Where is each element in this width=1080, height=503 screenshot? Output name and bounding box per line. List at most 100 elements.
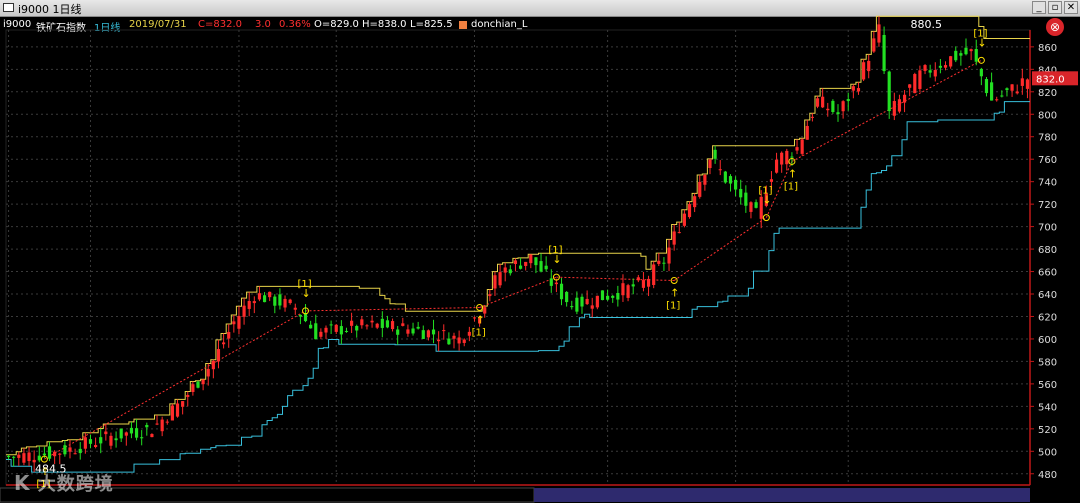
candle-body[interactable] [155,423,159,425]
candle-body[interactable] [964,47,968,55]
candle-body[interactable] [12,456,16,458]
candle-body[interactable] [488,294,492,297]
candle-body[interactable] [677,232,681,234]
candle-body[interactable] [687,204,692,218]
candle-body[interactable] [201,379,205,385]
candle-body[interactable] [375,323,379,328]
candle-body[interactable] [150,434,154,438]
candle-body[interactable] [99,437,103,444]
candle-body[interactable] [790,156,794,158]
candle-body[interactable] [350,320,354,326]
candle-body[interactable] [734,179,738,190]
candle-body[interactable] [22,453,26,463]
candle-body[interactable] [749,202,753,212]
candle-body[interactable] [6,455,11,458]
candle-body[interactable] [58,453,62,455]
candle-body[interactable] [426,330,430,338]
candle-body[interactable] [785,150,789,165]
candle-body[interactable] [314,323,318,340]
candle-body[interactable] [611,295,615,298]
candle-body[interactable] [616,293,620,300]
candle-body[interactable] [1020,78,1024,86]
candle-body[interactable] [339,326,343,335]
candle-body[interactable] [124,432,128,436]
candle-body[interactable] [114,438,118,441]
candle-body[interactable] [821,96,825,108]
candle-body[interactable] [918,70,922,89]
candle-body[interactable] [222,342,226,345]
candle-body[interactable] [949,56,953,67]
candle-body[interactable] [902,94,907,103]
candle-body[interactable] [447,338,451,345]
candle-body[interactable] [657,260,661,264]
candle-body[interactable] [897,99,902,112]
candle-body[interactable] [723,171,727,183]
candle-body[interactable] [442,330,446,332]
candle-body[interactable] [329,324,333,326]
candle-body[interactable] [1000,95,1004,97]
candle-body[interactable] [160,419,164,432]
candle-body[interactable] [544,265,548,270]
candle-body[interactable] [344,330,349,332]
candle-body[interactable] [119,428,123,439]
candle-body[interactable] [774,159,779,173]
candle-body[interactable] [595,295,599,308]
candle-body[interactable] [493,275,497,289]
candle-body[interactable] [319,331,323,337]
candle-body[interactable] [518,265,523,269]
candle-body[interactable] [370,320,374,323]
candle-body[interactable] [744,192,748,206]
candle-body[interactable] [457,337,461,344]
candle-body[interactable] [365,325,369,327]
candle-body[interactable] [795,147,799,151]
candle-body[interactable] [969,49,973,52]
candle-body[interactable] [334,324,338,332]
candle-body[interactable] [211,360,215,370]
candle-body[interactable] [1025,79,1030,89]
candle-body[interactable] [104,431,108,435]
candle-body[interactable] [83,437,87,449]
candle-body[interactable] [498,272,502,286]
candle-body[interactable] [606,295,610,300]
candle-body[interactable] [1010,84,1014,91]
candle-body[interactable] [979,68,983,77]
scrollbar-thumb[interactable] [534,488,1030,502]
candle-body[interactable] [437,339,441,342]
candle-body[interactable] [47,446,52,459]
candle-body[interactable] [652,264,656,285]
candle-body[interactable] [191,384,195,392]
candle-body[interactable] [232,321,236,325]
candle-body[interactable] [53,451,57,457]
candle-body[interactable] [293,307,297,310]
candle-body[interactable] [68,447,72,452]
candle-body[interactable] [856,88,861,92]
candle-body[interactable] [943,65,948,68]
candle-body[interactable] [913,74,917,94]
candle-body[interactable] [196,381,200,388]
candle-body[interactable] [636,277,640,281]
candle-body[interactable] [298,314,302,317]
candle-body[interactable] [974,48,978,62]
candle-body[interactable] [984,78,989,94]
candle-body[interactable] [872,38,876,52]
candle-body[interactable] [206,368,210,377]
candle-body[interactable] [887,71,891,112]
candle-body[interactable] [959,53,963,56]
candle-body[interactable] [175,403,180,417]
candle-body[interactable] [508,269,512,274]
candle-body[interactable] [145,424,149,428]
candle-body[interactable] [698,181,702,197]
candle-body[interactable] [713,149,717,159]
candle-body[interactable] [836,112,840,115]
candle-body[interactable] [575,297,579,312]
candle-body[interactable] [938,65,942,68]
candle-body[interactable] [549,278,553,286]
candle-body[interactable] [216,349,221,362]
candle-body[interactable] [513,260,518,265]
candle-body[interactable] [831,100,835,112]
candle-body[interactable] [421,330,425,339]
candle-body[interactable] [667,247,671,264]
candle-body[interactable] [826,108,830,111]
candle-body[interactable] [63,445,67,455]
candle-body[interactable] [580,296,584,307]
